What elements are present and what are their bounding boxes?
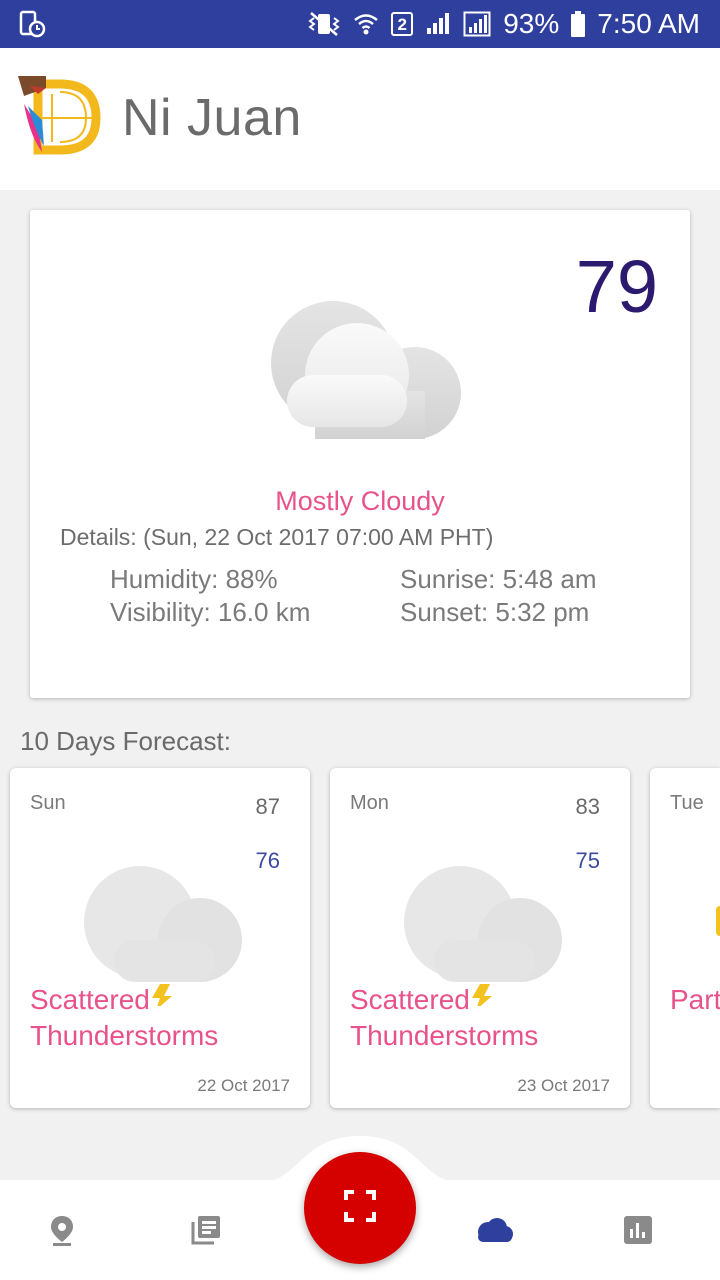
forecast-day: Mon bbox=[350, 792, 389, 814]
news-icon[interactable] bbox=[186, 1210, 226, 1250]
stats-icon[interactable] bbox=[618, 1210, 658, 1250]
forecast-high: 87 bbox=[255, 794, 280, 819]
mostly-cloudy-icon bbox=[255, 295, 465, 460]
humidity: Humidity: 88% bbox=[110, 564, 278, 594]
forecast-date: 23 Oct 2017 bbox=[517, 1076, 610, 1095]
forecast-low: 76 bbox=[255, 848, 280, 873]
status-bar: 2 93% 7:50 AM bbox=[0, 0, 720, 48]
forecast-date: 22 Oct 2017 bbox=[197, 1076, 290, 1095]
weather-icon[interactable] bbox=[474, 1210, 514, 1250]
sunset: Sunset: 5:32 pm bbox=[400, 597, 590, 627]
clock: 7:50 AM bbox=[597, 8, 700, 39]
device-clock-icon bbox=[18, 10, 46, 43]
current-condition: Mostly Cloudy bbox=[275, 486, 445, 516]
forecast-day: Sun bbox=[30, 792, 66, 814]
forecast-condition: Scattered Thunderstorms bbox=[350, 982, 538, 1054]
current-temperature: 79 bbox=[575, 245, 658, 328]
app-header: Ni Juan bbox=[0, 48, 720, 190]
scan-icon bbox=[344, 1189, 376, 1227]
forecast-condition-line2: Thunderstorms bbox=[350, 1020, 539, 1051]
sim-slot-badge: 2 bbox=[391, 12, 414, 36]
scan-button[interactable] bbox=[304, 1152, 416, 1264]
sunrise: Sunrise: 5:48 am bbox=[400, 564, 597, 594]
wifi-icon bbox=[353, 11, 379, 37]
forecast-low: 75 bbox=[575, 848, 600, 873]
forecast-card[interactable]: Tue Part bbox=[650, 768, 720, 1108]
forecast-card[interactable]: Sun 87 76 Scattered Thunderstorms 22 Oct… bbox=[10, 768, 310, 1108]
forecast-heading: 10 Days Forecast: bbox=[20, 726, 231, 756]
forecast-card[interactable]: Mon 83 75 Scattered Thunderstorms 23 Oct… bbox=[330, 768, 630, 1108]
forecast-condition: Scattered Thunderstorms bbox=[30, 982, 218, 1054]
app-logo-icon[interactable] bbox=[16, 76, 102, 156]
forecast-condition: Part bbox=[670, 982, 720, 1018]
forecast-high: 83 bbox=[575, 794, 600, 819]
page-title: Ni Juan bbox=[122, 89, 302, 147]
current-weather-card[interactable]: 79 Mostly Cloudy Details: (Sun, 22 Oct 2… bbox=[30, 210, 690, 698]
forecast-condition-line1: Scattered bbox=[350, 984, 470, 1015]
battery-icon bbox=[571, 11, 586, 37]
location-icon[interactable] bbox=[42, 1210, 82, 1250]
forecast-condition-line2: Thunderstorms bbox=[30, 1020, 219, 1051]
forecast-condition-line1: Scattered bbox=[30, 984, 150, 1015]
signal-icon bbox=[425, 12, 451, 36]
signal-2-icon bbox=[463, 11, 491, 37]
visibility: Visibility: 16.0 km bbox=[110, 597, 311, 627]
battery-percent: 93% bbox=[503, 8, 560, 39]
details-timestamp: Details: (Sun, 22 Oct 2017 07:00 AM PHT) bbox=[60, 524, 494, 550]
forecast-day: Tue bbox=[670, 792, 704, 814]
partly-cloudy-icon bbox=[716, 906, 720, 936]
forecast-condition-line2: Part bbox=[670, 984, 720, 1015]
vibrate-icon bbox=[307, 11, 341, 37]
